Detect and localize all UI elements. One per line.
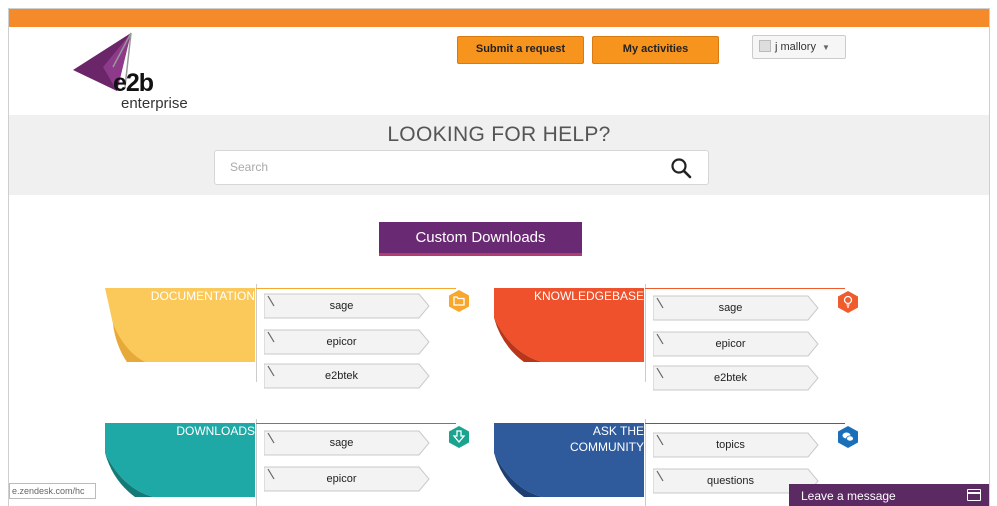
divider (256, 288, 456, 289)
divider (645, 423, 845, 424)
knowledgebase-sage-link[interactable]: sage (652, 294, 823, 322)
user-menu[interactable]: j mallory ▼ (752, 35, 846, 59)
logo-sub-text: enterprise (121, 95, 188, 112)
window-icon (967, 489, 981, 501)
downloads-sage-link[interactable]: sage (263, 429, 434, 457)
divider (645, 419, 646, 506)
pill-label: epicor (326, 473, 357, 485)
pill-label: sage (329, 300, 354, 312)
caret-down-icon: ▼ (821, 43, 830, 52)
community-label[interactable]: ASK THE COMMUNITY (494, 423, 644, 455)
status-url-tooltip: e.zendesk.com/hc (9, 483, 96, 499)
downloads-card: DOWNLOADS sage epicor (105, 419, 485, 506)
search-icon[interactable] (670, 157, 692, 179)
divider (645, 288, 845, 289)
leave-message-label: Leave a message (801, 489, 896, 503)
divider (256, 423, 456, 424)
knowledgebase-e2btek-link[interactable]: e2btek (652, 364, 823, 392)
user-name: j mallory (775, 41, 816, 53)
pill-label: e2btek (324, 370, 359, 382)
pill-label: e2btek (713, 372, 748, 384)
avatar (759, 40, 771, 52)
pill-label: sage (329, 437, 354, 449)
knowledgebase-label[interactable]: KNOWLEDGEBASE (494, 288, 644, 304)
downloads-epicor-link[interactable]: epicor (263, 465, 434, 493)
my-activities-button[interactable]: My activities (592, 36, 719, 64)
pill-label: epicor (326, 336, 357, 348)
documentation-e2btek-link[interactable]: e2btek (263, 362, 434, 390)
documentation-card: DOCUMENTATION sage epicor e2btek (105, 284, 485, 394)
knowledgebase-epicor-link[interactable]: epicor (652, 330, 823, 358)
search-placeholder: Search (230, 160, 269, 174)
browser-viewport: e2b enterprise Submit a request My activ… (8, 8, 990, 506)
folder-icon (449, 290, 469, 312)
divider (645, 284, 646, 382)
community-label-line2: COMMUNITY (570, 440, 644, 454)
community-label-line1: ASK THE (592, 424, 644, 438)
submit-request-button[interactable]: Submit a request (457, 36, 584, 64)
e2b-logo[interactable]: e2b enterprise (73, 31, 213, 112)
chat-icon (838, 426, 858, 448)
download-icon (449, 426, 469, 448)
top-accent-bar (9, 9, 989, 27)
documentation-sage-link[interactable]: sage (263, 292, 434, 320)
knowledgebase-card: KNOWLEDGEBASE sage epicor e2btek (494, 284, 874, 394)
custom-downloads-button[interactable]: Custom Downloads (379, 222, 582, 256)
leave-message-widget[interactable]: Leave a message (789, 484, 989, 506)
lightbulb-icon (838, 291, 858, 313)
search-hero: LOOKING FOR HELP? Search (9, 115, 989, 195)
pill-label: topics (716, 439, 745, 451)
documentation-label[interactable]: DOCUMENTATION (105, 288, 255, 304)
search-input[interactable]: Search (214, 150, 709, 185)
documentation-epicor-link[interactable]: epicor (263, 328, 434, 356)
hero-title: LOOKING FOR HELP? (387, 123, 611, 146)
logo-brand-text: e2b (113, 69, 154, 97)
downloads-label[interactable]: DOWNLOADS (105, 423, 255, 439)
divider (256, 419, 257, 506)
pill-label: sage (718, 302, 743, 314)
pill-label: epicor (715, 338, 746, 350)
community-topics-link[interactable]: topics (652, 431, 823, 459)
divider (256, 284, 257, 382)
pill-label: questions (706, 475, 755, 487)
